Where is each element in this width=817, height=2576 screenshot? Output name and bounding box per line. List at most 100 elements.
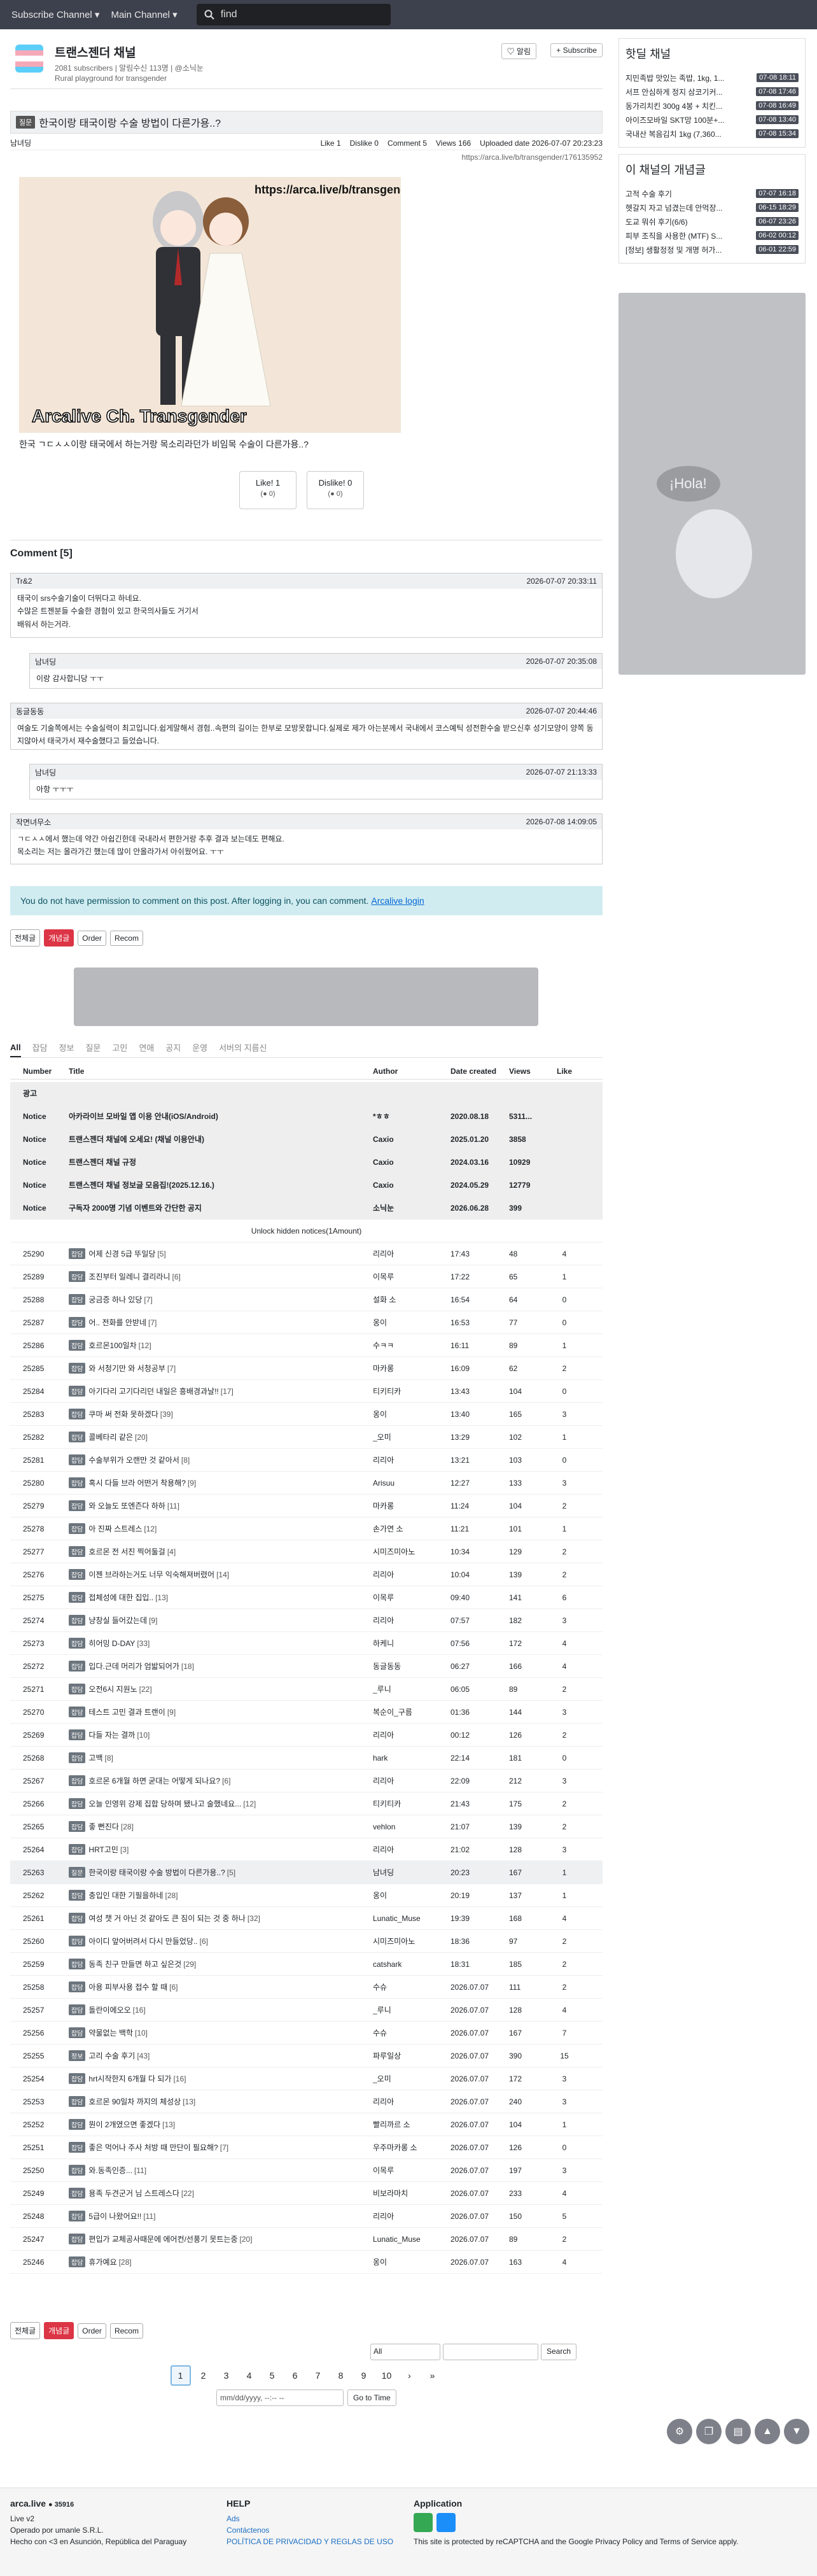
page-button[interactable]: › [400,2365,420,2386]
app-store-icon[interactable] [436,2513,456,2532]
sidebar-item-title[interactable]: 고적 수술 후기 [625,188,743,199]
row-title-text[interactable]: 와 서청기만 와 서청공부 [88,1363,165,1374]
row-title-text[interactable]: 편입가 교체공사때문에 에어컨/선풍기 못트는중 [88,2234,237,2244]
unlock-notices[interactable]: Unlock hidden notices(1Amount) [10,1220,603,1242]
row-title-text[interactable]: 조진부터 일레니 결리라니 [88,1271,170,1282]
table-row[interactable]: 25250 잡담 와.동족인증... [11] 이목루 2026.07.07 197 3 [10,2159,603,2182]
row-title[interactable]: 잡담 혹시 다들 브라 어떤거 착용해? [9] [69,1477,373,1488]
row-author[interactable]: Lunatic_Muse [373,2235,450,2244]
row-title[interactable]: 잡담 아이디 앞어버려서 다시 만들었당.. [6] [69,1936,373,1946]
ad-banner[interactable] [74,968,538,1026]
table-row[interactable]: 25263 질문 한국이랑 태국이랑 수술 방법이 다른가용..? [5] 남녀딩 20:… [10,1861,603,1884]
page-button[interactable]: 6 [285,2365,305,2386]
row-author[interactable]: 옹이 [373,1317,450,1328]
list-search-button[interactable]: Search [541,2344,577,2360]
row-title-text[interactable]: 아기다리 고기다리던 내일은 흥배경과날!! [88,1386,218,1397]
row-title[interactable]: 잡담 접체성에 대한 집입.. [13] [69,1592,373,1603]
row-author[interactable]: 리리아 [373,1454,450,1465]
row-author[interactable]: 손가연 소 [373,1523,450,1534]
row-author[interactable]: 리리아 [373,1248,450,1259]
table-row[interactable]: 25278 잡담 아 진짜 스트레스 [12] 손가연 소 11:21 101 1 [10,1517,603,1540]
table-row[interactable]: 25277 잡담 호르몬 전 서진 찍어둘걸 [4] 시미즈미아노 10:34 129 2 [10,1540,603,1563]
recom-select[interactable]: Recom [109,2323,143,2339]
row-title[interactable]: 잡담 어제 신경 5급 뚜일당 [5] [69,1248,373,1259]
row-title-text[interactable]: 히어밍 D-DAY [88,1638,135,1649]
sidebar-list-item[interactable]: 지민족밥 맛있는 족밥, 1kg, 1... 07-08 18:11 [625,71,799,85]
row-title-text[interactable]: 이젠 브라하는거도 너무 익숙해져버렸어 [88,1569,214,1580]
row-title[interactable]: 잡담 콜베타리 같은 [20] [69,1432,373,1442]
table-row[interactable]: 25288 잡담 궁금증 하나 있당 [7] 설화 소 16:54 64 0 [10,1288,603,1311]
table-row[interactable]: 25283 잡담 쿠마 써 전화 못하겠다 [39] 옹이 13:40 165 3 [10,1403,603,1426]
all-posts-button[interactable]: 전체글 [10,2322,41,2339]
sidebar-item-title[interactable]: [정보] 생활정정 및 개명 허가... [625,244,743,255]
comment-author[interactable]: 남녀딩 [35,656,56,667]
table-row[interactable]: 25275 잡담 접체성에 대한 집입.. [13] 이목루 09:40 141 6 [10,1586,603,1609]
row-author[interactable]: 비보라마치 [373,2188,450,2199]
row-title-text[interactable]: 좋 뻔진다 [88,1821,119,1832]
row-title[interactable]: 잡담 돌란이에오오 [16] [69,2004,373,2015]
row-title-text[interactable]: 테스트 고민 결과 트랜이 [88,1707,165,1717]
row-author[interactable]: 리리아 [373,1729,450,1740]
sidebar-list-item[interactable]: 피부 조직을 사용한 (MTF) S... 06-02 00:12 [625,229,799,243]
table-row[interactable]: 25287 잡담 어.. 전화를 안받네 [7] 옹이 16:53 77 0 [10,1311,603,1334]
table-row[interactable]: 25270 잡담 테스트 고민 결과 트랜이 [9] 복순이_구름 01:36 144 3 [10,1701,603,1724]
table-row[interactable]: 25246 잡담 휴가예요 [28] 옹이 2026.07.07 163 4 [10,2251,603,2274]
tab-all[interactable]: All [10,1043,21,1057]
subscribe-button[interactable]: + Subscribe [550,43,603,57]
row-title[interactable]: 잡담 호르몬 전 서진 찍어둘걸 [4] [69,1546,373,1557]
row-author[interactable]: 리리아 [373,1844,450,1855]
row-author[interactable]: 수ㅋㅋ [373,1340,450,1351]
row-title-text[interactable]: 아 진짜 스트레스 [88,1523,142,1534]
row-title-text[interactable]: 호르몬 6개월 하면 굳대는 어떻게 되나요? [88,1775,220,1786]
row-title[interactable]: 잡담 HRT고민 [3] [69,1844,373,1855]
row-author[interactable]: 이목루 [373,1271,450,1282]
row-author[interactable]: 복순이_구름 [373,1707,450,1717]
row-author[interactable]: 하케니 [373,1638,450,1649]
row-title-text[interactable]: 오전6시 지원노 [88,1684,137,1694]
row-title-text[interactable]: 와.동족인증... [88,2165,132,2176]
notice-row[interactable]: Notice 아카라이브 모바일 앱 이용 안내(iOS/Android) *ㅎㅎ 2… [10,1105,603,1128]
tab-worry[interactable]: 고민 [112,1041,127,1057]
order-select[interactable]: Order [78,930,106,946]
row-title[interactable]: 잡담 조진부터 일레니 결리라니 [6] [69,1271,373,1282]
tab-chat[interactable]: 잡담 [32,1041,48,1057]
notice-row[interactable]: Notice 트랜스젠더 채널 규정 Caxio 2024.03.16 10929 [10,1151,603,1174]
page-button[interactable]: 5 [262,2365,283,2386]
table-row[interactable]: 25281 잡담 수술부위가 오랜만 것 같아서 [8] 리리아 13:21 103 0 [10,1449,603,1472]
footer-link[interactable]: Ads [227,2513,393,2524]
sidebar-list-item[interactable]: 서프 안심하게 정지 삼코기커... 07-08 17:46 [625,85,799,99]
row-author[interactable]: 남녀딩 [373,1867,450,1878]
row-title[interactable]: 잡담 다들 자는 결까 [10] [69,1729,373,1740]
main-channel-menu[interactable]: Main Channel ▾ [111,9,177,20]
best-title[interactable]: 이 채널의 개념글 [625,161,799,178]
row-author[interactable]: catshark [373,1960,450,1969]
row-title[interactable]: 질문 한국이랑 태국이랑 수술 방법이 다른가용..? [5] [69,1867,373,1878]
table-row[interactable]: 25260 잡담 아이디 앞어버려서 다시 만들었당.. [6] 시미즈미아노 18:36… [10,1930,603,1953]
post-url[interactable]: https://arca.live/b/transgender/17613595… [462,153,603,162]
row-title-text[interactable]: 입다.근데 머리가 엄밟되어가 [88,1661,179,1672]
row-title-text[interactable]: 호르몬100일차 [88,1340,136,1351]
table-row[interactable]: 25282 잡담 콜베타리 같은 [20] _오미 13:29 102 1 [10,1426,603,1449]
tab-admin[interactable]: 운영 [192,1041,207,1057]
row-title[interactable]: 잡담 용족 두견군거 님 스트레스다 [22] [69,2188,373,2199]
sidebar-list-item[interactable]: 아이즈모바일 SKT망 100분+... 07-08 13:40 [625,113,799,127]
table-row[interactable]: 25271 잡담 오전6시 지원노 [22] _루니 06:05 89 2 [10,1678,603,1701]
row-title-text[interactable]: 와 오늘도 또엔즌다 하하 [88,1500,165,1511]
row-title[interactable]: 잡담 여성 챗 거 아닌 것 같아도 큰 짐이 되는 것 중 하나 [32] [69,1913,373,1924]
row-author[interactable]: 시미즈미아노 [373,1936,450,1946]
row-author[interactable]: _루니 [373,2004,450,2015]
table-row[interactable]: 25265 잡담 좋 뻔진다 [28] vehlon 21:07 139 2 [10,1815,603,1838]
row-title-text[interactable]: 아용 피부사용 접수 할 때 [88,1981,167,1992]
row-author[interactable]: 시미즈미아노 [373,1546,450,1557]
sidebar-item-title[interactable]: 도교 뭐쉬 후기(6/6) [625,216,743,227]
sidebar-list-item[interactable]: 도교 뭐쉬 후기(6/6) 06-07 23:26 [625,215,799,229]
notice-author[interactable]: 소닉눈 [373,1202,450,1213]
row-title[interactable]: 잡담 아기다리 고기다리던 내일은 흥배경과날!! [17] [69,1386,373,1397]
row-title[interactable]: 잡담 충입인 대한 기필을하네 [28] [69,1890,373,1901]
notice-row[interactable]: Notice 구독자 2000명 기념 이벤트와 간단한 공지 소닉눈 2026.06… [10,1197,603,1220]
row-title-text[interactable]: 약물없는 백학 [88,2027,133,2038]
table-row[interactable]: 25249 잡담 용족 두견군거 님 스트레스다 [22] 비보라마치 2026.07.0… [10,2182,603,2205]
best-posts-button[interactable]: 개념글 [44,929,74,947]
order-select[interactable]: Order [78,2323,106,2339]
row-author[interactable]: 설화 소 [373,1294,450,1305]
